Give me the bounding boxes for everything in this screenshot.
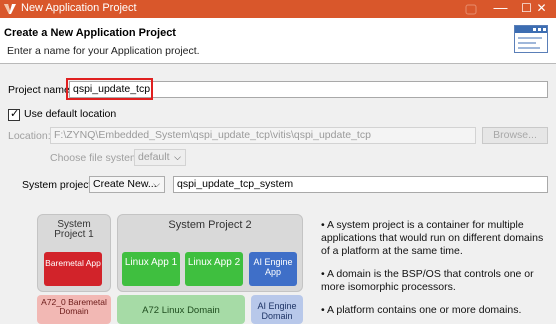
- linux-app-1-tile: Linux App 1: [122, 252, 180, 286]
- system-project-select[interactable]: Create New... ⌵: [89, 176, 165, 193]
- file-system-select[interactable]: default ⌵: [134, 149, 186, 166]
- close-button[interactable]: ✕: [527, 0, 556, 18]
- ai-engine-app-tile: AI Engine App: [249, 252, 297, 286]
- system-project-diagram: System Project 1 Baremetal App System Pr…: [37, 214, 307, 324]
- browse-button[interactable]: Browse...: [482, 127, 548, 144]
- chevron-down-icon: ⌵: [153, 179, 160, 189]
- page-title: Create a New Application Project: [4, 27, 176, 39]
- window-title: New Application Project: [21, 2, 137, 14]
- vitis-app-icon: [4, 4, 16, 14]
- a72-baremetal-domain-label: A72_0 Baremetal Domain: [41, 297, 107, 316]
- linux-app-2-tile: Linux App 2: [185, 252, 243, 286]
- page-description: Enter a name for your Application projec…: [7, 45, 200, 57]
- chevron-down-icon: ⌵: [174, 152, 181, 162]
- highlight-box: [66, 78, 153, 100]
- info-bullet-platform: • A platform contains one or more domain…: [321, 304, 522, 316]
- file-system-value: default: [138, 151, 170, 163]
- wizard-header: Create a New Application Project Enter a…: [0, 18, 556, 63]
- file-system-label: Choose file system:: [50, 152, 142, 164]
- ai-engine-domain-label: AI Engine Domain: [257, 301, 297, 321]
- checkmark-icon: ✓: [10, 108, 20, 120]
- location-label: Location:: [8, 130, 51, 142]
- system-project-label: System project:: [22, 179, 95, 191]
- system-project-select-value: Create New...: [93, 178, 157, 190]
- system-project-1-label: System Project 1: [54, 219, 94, 240]
- wizard-window-icon: [514, 25, 548, 53]
- a72-linux-domain-label: A72 Linux Domain: [142, 305, 220, 316]
- use-default-location-label: Use default location: [24, 108, 117, 120]
- title-bar: New Application Project — ☐ ✕: [0, 0, 556, 18]
- use-default-location-checkbox[interactable]: ✓: [8, 108, 20, 121]
- system-project-2-label: System Project 2: [168, 219, 252, 231]
- project-name-label: Project name:: [8, 84, 73, 96]
- baremetal-app-tile: Baremetal App: [44, 252, 102, 286]
- info-bullet-system-project: • A system project is a container for mu…: [321, 219, 544, 257]
- info-bullet-domain: • A domain is the BSP/OS that controls o…: [321, 268, 534, 293]
- location-input[interactable]: F:\ZYNQ\Embedded_System\qspi_update_tcp\…: [50, 127, 476, 144]
- system-project-name-input[interactable]: qspi_update_tcp_system: [173, 176, 548, 193]
- ghost-icon: [465, 4, 477, 15]
